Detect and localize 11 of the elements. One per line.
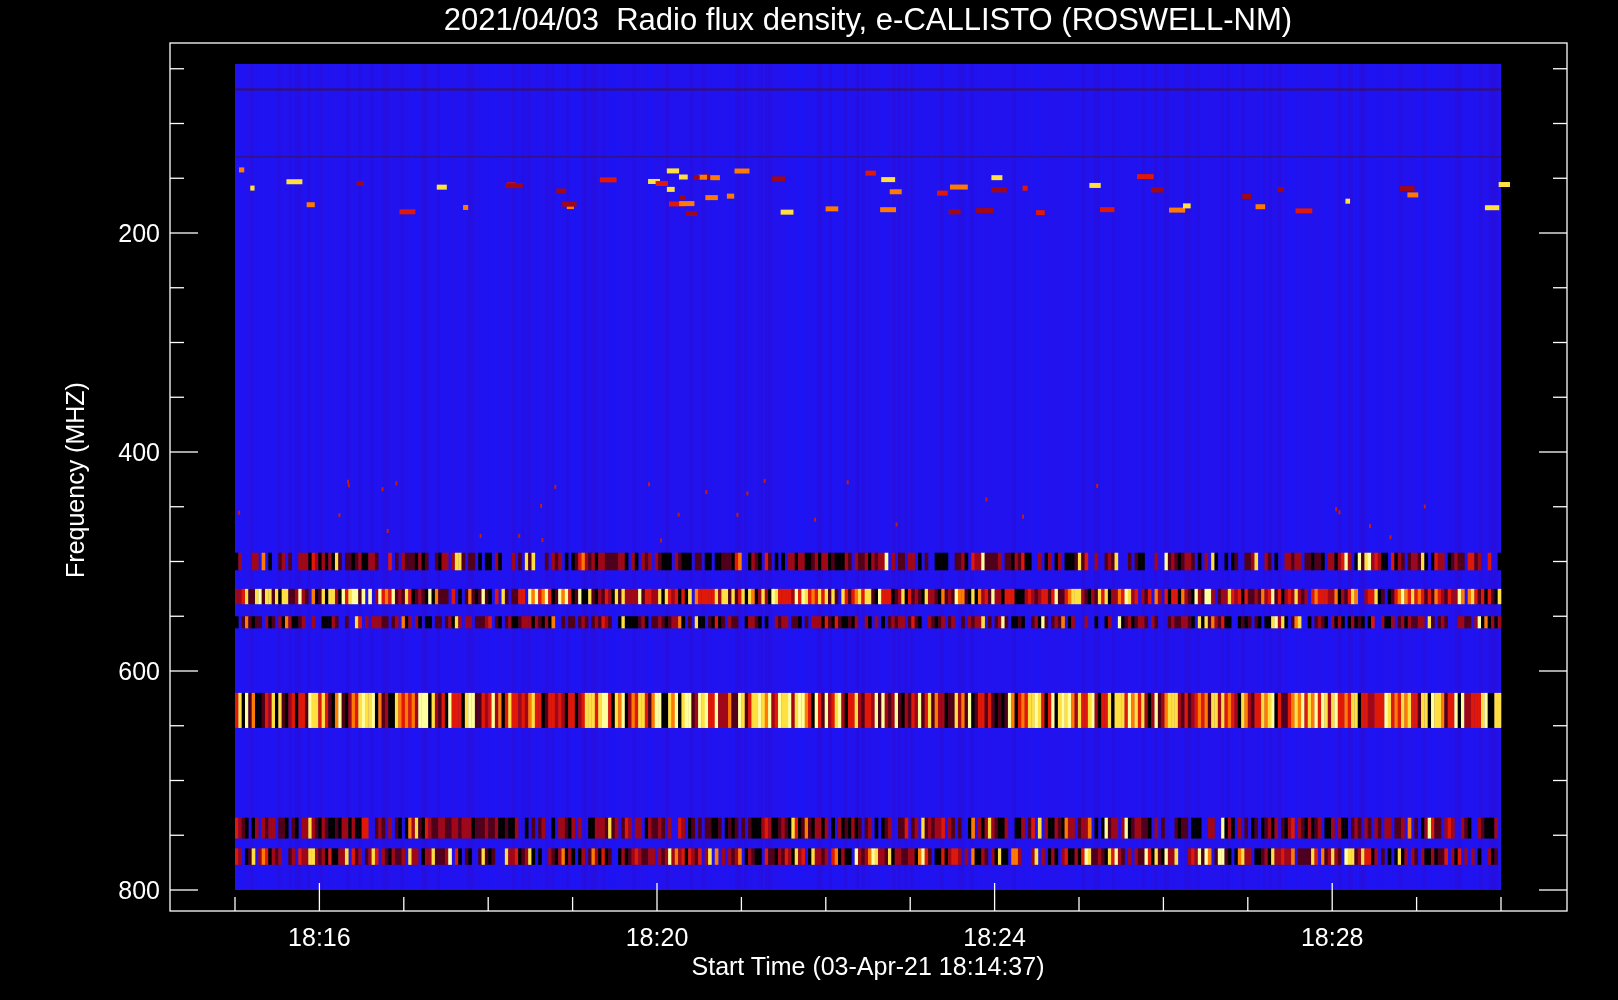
chart-title: 2021/04/03 Radio flux density, e-CALLISTO (ROSWELL-NM) <box>443 2 1293 37</box>
y-tick-label: 800 <box>118 876 160 904</box>
x-tick-label: 18:16 <box>288 923 351 951</box>
y-tick-label: 200 <box>118 219 160 247</box>
y-axis-label: Frequency (MHZ) <box>61 382 89 578</box>
x-axis-label: Start Time (03-Apr-21 18:14:37) <box>691 952 1045 980</box>
y-tick-label: 600 <box>118 657 160 685</box>
y-tick-label: 400 <box>118 438 160 466</box>
x-tick-label: 18:24 <box>963 923 1026 951</box>
x-tick-label: 18:28 <box>1300 923 1364 951</box>
x-tick-label: 18:20 <box>625 923 689 951</box>
